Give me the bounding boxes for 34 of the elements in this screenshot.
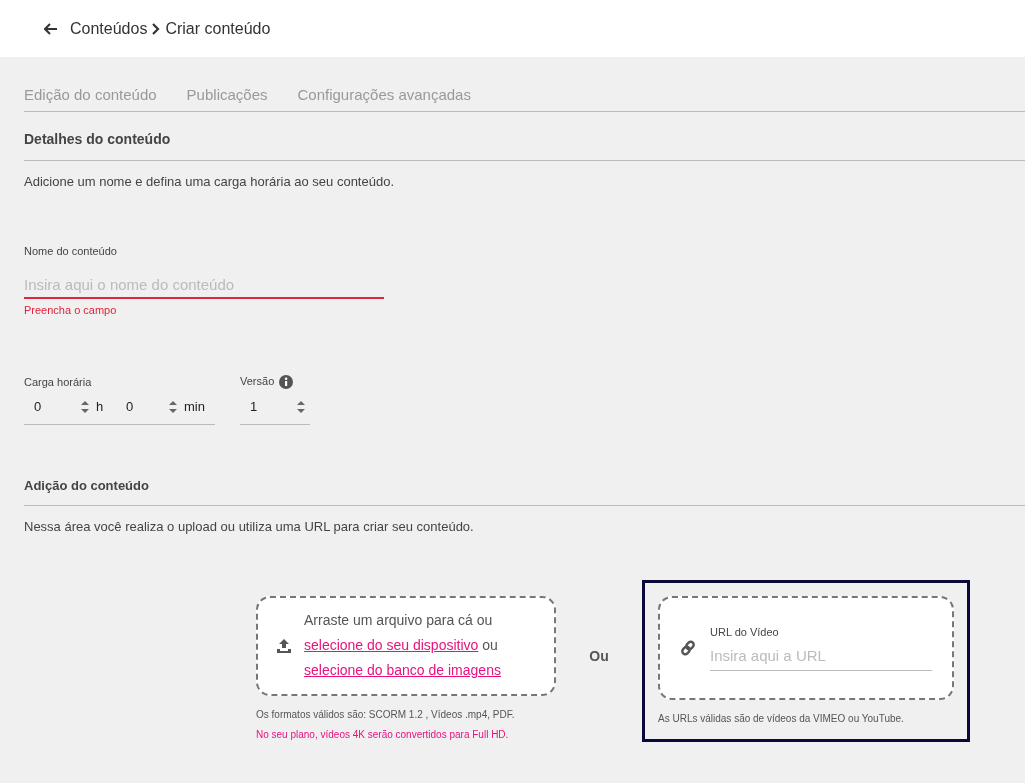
upload-dropzone[interactable]: Arraste um arquivo para cá ou selecione do seu dispositivo ou selecione do banco de imagens bbox=[256, 595, 556, 696]
breadcrumb-link[interactable]: Conteúdos bbox=[70, 16, 148, 41]
field-label: Nome do conteúdo bbox=[24, 244, 118, 259]
error-message: Preencha o campo bbox=[24, 303, 118, 318]
field-label: Versão bbox=[240, 374, 275, 390]
section-description: Nessa área você realiza o upload ou utiliza uma URL para criar seu conteúdo. bbox=[24, 518, 475, 536]
formats-note: Os formatos válidos são: SCORM 1.2 , Vídeos .mp4, PDF. bbox=[256, 707, 516, 722]
plan-note: No seu plano, vídeos 4K serão convertidos para Full HD. bbox=[256, 727, 510, 742]
url-panel[interactable]: URL do Vídeo Insira aqui a URL As URLs válidas são de vídeos da VIMEO ou YouTube. bbox=[642, 579, 970, 742]
image-bank-link[interactable]: selecione do banco de imagens bbox=[304, 662, 501, 678]
link-icon bbox=[680, 639, 696, 656]
field-label: Carga horária bbox=[24, 374, 93, 390]
spinner-icon[interactable] bbox=[80, 399, 90, 414]
url-input-field[interactable]: Insira aqui a URL bbox=[710, 644, 932, 671]
section-title: Adição do conteúdo bbox=[24, 424, 1025, 506]
section-description: Adicione um nome e defina uma carga horária ao seu conteúdo. bbox=[24, 172, 395, 191]
upload-icon bbox=[276, 637, 292, 654]
field-label: URL do Vídeo bbox=[710, 625, 780, 640]
section-title: Detalhes do conteúdo bbox=[24, 111, 1025, 161]
url-hint: As URLs válidas são de vídeos da VIMEO ou YouTube. bbox=[658, 711, 905, 726]
number-input-field[interactable]: 0 bbox=[24, 396, 94, 417]
unit-label: min bbox=[184, 397, 205, 416]
spinner-icon[interactable] bbox=[168, 399, 178, 414]
number-input-field[interactable]: 1 bbox=[240, 396, 310, 417]
number-input-field[interactable]: 0 bbox=[116, 396, 182, 417]
info-icon bbox=[279, 374, 294, 389]
unit-label: h bbox=[96, 397, 105, 416]
separator-label: Ou bbox=[588, 646, 610, 666]
device-link[interactable]: selecione do seu dispositivo bbox=[304, 637, 479, 653]
page-title: Criar conteúdo bbox=[165, 18, 271, 39]
spinner-icon[interactable] bbox=[296, 399, 306, 414]
upload-instructions: Arraste um arquivo para cá ou selecione do seu dispositivo ou selecione do banco de imagens bbox=[304, 611, 502, 680]
chevron-right-icon bbox=[151, 22, 162, 35]
back-arrow-icon[interactable] bbox=[44, 21, 58, 36]
